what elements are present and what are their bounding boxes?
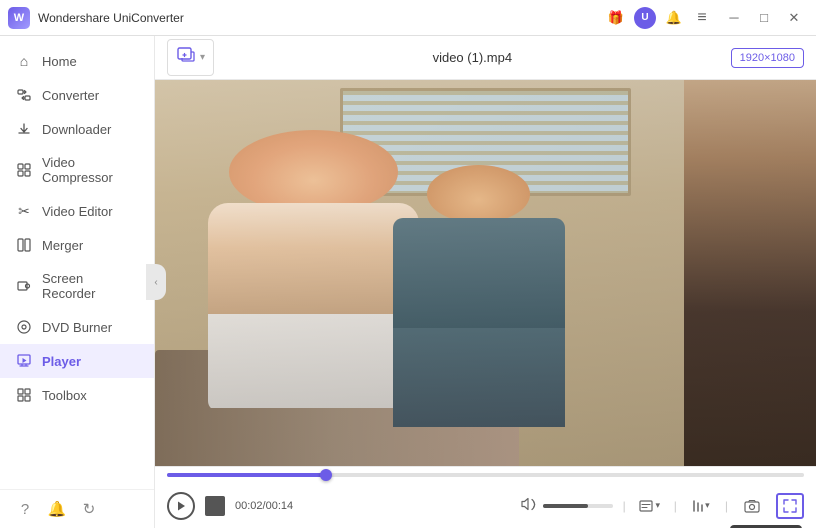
- sidebar-item-home[interactable]: ⌂ Home: [0, 44, 154, 78]
- main-layout: ⌂ Home Converter: [0, 36, 816, 528]
- sidebar-label-downloader: Downloader: [42, 122, 111, 137]
- home-icon: ⌂: [16, 53, 32, 69]
- video-container: [155, 80, 816, 466]
- recorder-icon: [16, 278, 32, 294]
- minimize-button[interactable]: ─: [720, 4, 748, 32]
- sidebar-label-player: Player: [42, 354, 81, 369]
- file-title: video (1).mp4: [222, 50, 723, 65]
- volume-slider[interactable]: [543, 504, 613, 508]
- app-title: Wondershare UniConverter: [38, 11, 606, 25]
- sidebar-label-recorder: Screen Recorder: [42, 271, 138, 301]
- progress-bar-fill: [167, 473, 326, 477]
- sidebar-item-dvd[interactable]: DVD Burner: [0, 310, 154, 344]
- gift-icon[interactable]: 🎁: [606, 8, 626, 28]
- sidebar-label-home: Home: [42, 54, 77, 69]
- content-area: ▾ video (1).mp4 1920×1080: [155, 36, 816, 528]
- time-display: 00:02/00:14: [235, 500, 293, 512]
- divider-3: |: [725, 499, 728, 513]
- volume-section: [521, 497, 613, 514]
- add-file-chevron: ▾: [200, 52, 205, 63]
- sidebar-item-merger[interactable]: Merger: [0, 228, 154, 262]
- divider-1: |: [623, 499, 626, 513]
- sidebar-label-merger: Merger: [42, 238, 83, 253]
- sidebar: ⌂ Home Converter: [0, 36, 155, 528]
- controls-row: 00:02/00:14: [167, 483, 804, 528]
- title-bar-icons: 🎁 U 🔔 ≡: [606, 7, 712, 29]
- fullscreen-button[interactable]: Full Screen: [776, 493, 804, 519]
- total-time: 00:14: [266, 500, 294, 512]
- sidebar-label-dvd: DVD Burner: [42, 320, 112, 335]
- dvd-icon: [16, 319, 32, 335]
- maximize-button[interactable]: □: [750, 4, 778, 32]
- help-icon[interactable]: ?: [16, 500, 34, 518]
- sidebar-item-downloader[interactable]: Downloader: [0, 112, 154, 146]
- sidebar-item-compressor[interactable]: Video Compressor: [0, 146, 154, 194]
- snapshot-button[interactable]: [738, 493, 766, 519]
- sidebar-item-editor[interactable]: ✂ Video Editor: [0, 194, 154, 228]
- sidebar-collapse-button[interactable]: ‹: [146, 264, 166, 300]
- progress-bar-container[interactable]: [167, 467, 804, 483]
- refresh-icon[interactable]: ↻: [80, 500, 98, 518]
- sidebar-item-recorder[interactable]: Screen Recorder: [0, 262, 154, 310]
- downloader-icon: [16, 121, 32, 137]
- app-logo: W: [8, 7, 30, 29]
- window-controls: ─ □ ✕: [720, 4, 808, 32]
- stop-button[interactable]: [205, 496, 225, 516]
- close-button[interactable]: ✕: [780, 4, 808, 32]
- subtitle-chevron: ▾: [655, 500, 660, 511]
- current-time: 00:02: [235, 500, 263, 512]
- compressor-icon: [16, 162, 32, 178]
- play-button[interactable]: [167, 492, 195, 520]
- alerts-icon[interactable]: 🔔: [48, 500, 66, 518]
- speed-button[interactable]: ▾: [687, 493, 715, 519]
- add-file-icon: [176, 45, 196, 70]
- divider-2: |: [674, 499, 677, 513]
- speed-chevron: ▾: [705, 500, 710, 511]
- user-avatar[interactable]: U: [634, 7, 656, 29]
- player-controls: 00:02/00:14: [155, 466, 816, 528]
- volume-fill: [543, 504, 589, 508]
- toolbox-icon: [16, 387, 32, 403]
- player-toolbar: ▾ video (1).mp4 1920×1080: [155, 36, 816, 80]
- sidebar-footer: ? 🔔 ↻: [0, 489, 154, 528]
- add-file-button[interactable]: ▾: [167, 39, 214, 76]
- progress-thumb[interactable]: [320, 469, 332, 481]
- notification-icon[interactable]: 🔔: [664, 8, 684, 28]
- sidebar-label-toolbox: Toolbox: [42, 388, 87, 403]
- sidebar-item-toolbox[interactable]: Toolbox: [0, 378, 154, 412]
- editor-icon: ✂: [16, 203, 32, 219]
- sidebar-item-player[interactable]: Player: [0, 344, 154, 378]
- sidebar-label-editor: Video Editor: [42, 204, 113, 219]
- sidebar-label-converter: Converter: [42, 88, 99, 103]
- progress-bar-track[interactable]: [167, 473, 804, 477]
- merger-icon: [16, 237, 32, 253]
- sidebar-label-compressor: Video Compressor: [42, 155, 138, 185]
- video-frame: [155, 80, 816, 466]
- sidebar-nav: ⌂ Home Converter: [0, 36, 154, 489]
- sidebar-item-converter[interactable]: Converter: [0, 78, 154, 112]
- converter-icon: [16, 87, 32, 103]
- subtitle-button[interactable]: ▾: [636, 493, 664, 519]
- resolution-badge: 1920×1080: [731, 48, 804, 68]
- fullscreen-tooltip: Full Screen: [730, 525, 802, 528]
- volume-icon[interactable]: [521, 497, 537, 514]
- menu-icon[interactable]: ≡: [692, 8, 712, 28]
- player-icon: [16, 353, 32, 369]
- title-bar: W Wondershare UniConverter 🎁 U 🔔 ≡ ─ □ ✕: [0, 0, 816, 36]
